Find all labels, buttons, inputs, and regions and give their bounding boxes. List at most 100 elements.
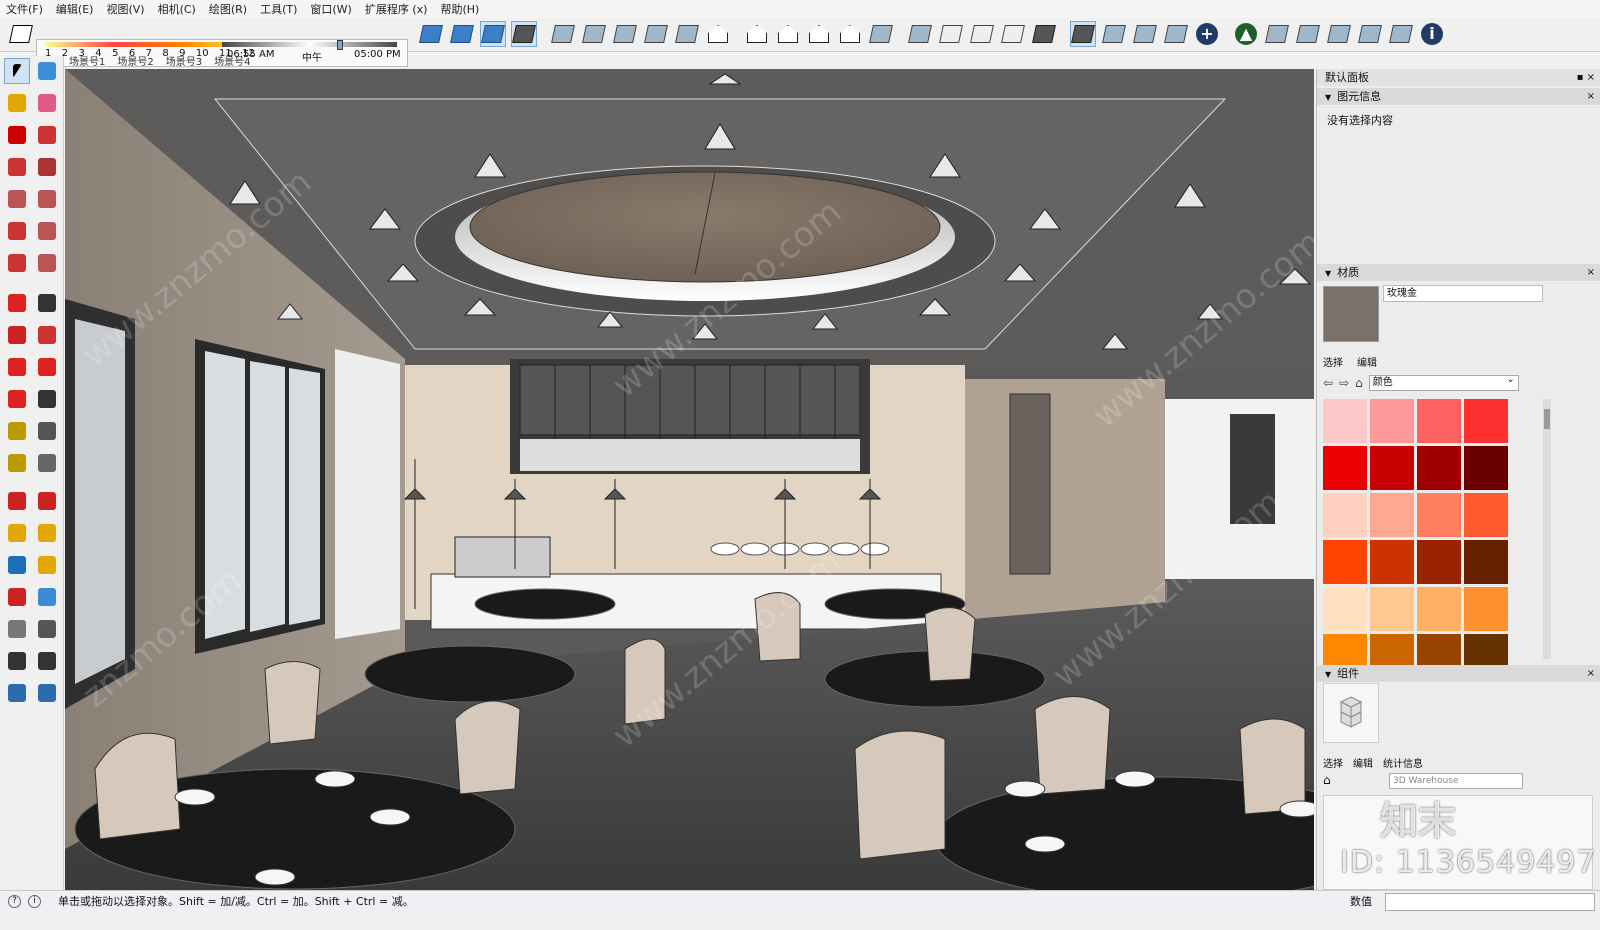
color-swatch[interactable] [1464, 540, 1508, 584]
protractor-icon[interactable] [4, 418, 30, 444]
tree-icon[interactable]: ▲ [1233, 21, 1259, 47]
tab-edit[interactable]: 编辑 [1353, 755, 1373, 770]
arc3-icon[interactable] [4, 250, 30, 276]
color-swatch[interactable] [1417, 540, 1461, 584]
orbit-icon[interactable] [4, 488, 30, 514]
close-icon[interactable]: × [1587, 88, 1595, 105]
layers-icon[interactable] [1031, 21, 1057, 47]
house-home-icon[interactable] [775, 21, 801, 47]
color-swatch[interactable] [1417, 493, 1461, 537]
circle-icon[interactable] [4, 186, 30, 212]
close-icon[interactable]: × [1587, 264, 1595, 281]
pencil-icon[interactable] [4, 122, 30, 148]
sandbox-icon[interactable] [34, 648, 60, 674]
color-swatch[interactable] [1464, 446, 1508, 490]
iso-view-icon[interactable] [449, 21, 475, 47]
materials-header[interactable]: ▼ 材质 × [1317, 264, 1600, 281]
tray-pin-icon[interactable]: ▪ × [1577, 69, 1595, 86]
tab-edit[interactable]: 编辑 [1357, 354, 1377, 369]
zoom-icon[interactable] [4, 520, 30, 546]
pie-icon[interactable] [34, 218, 60, 244]
color-swatch[interactable] [1323, 446, 1367, 490]
layers-icon[interactable] [1070, 21, 1096, 47]
component-icon[interactable] [34, 58, 60, 84]
color-swatch[interactable] [1370, 446, 1414, 490]
time-slider[interactable] [222, 42, 397, 47]
warehouse-search-input[interactable]: 3D Warehouse [1389, 773, 1523, 789]
close-icon[interactable]: × [1587, 665, 1595, 682]
cloud-upload-icon[interactable] [1326, 21, 1352, 47]
wireframe-icon[interactable] [550, 21, 576, 47]
material-name-field[interactable]: 玫瑰金 [1383, 285, 1543, 302]
color-swatch[interactable] [1370, 493, 1414, 537]
tab-select[interactable]: 选择 [1323, 354, 1343, 369]
look-around-icon[interactable] [34, 584, 60, 610]
scale-icon[interactable] [4, 354, 30, 380]
shaded-icon[interactable] [612, 21, 638, 47]
house-back-icon[interactable] [837, 21, 863, 47]
scene-tab[interactable]: 场景号1 [66, 53, 108, 68]
rotate-icon[interactable] [4, 322, 30, 348]
menu-item[interactable]: 相机(C) [158, 1, 196, 17]
menu-item[interactable]: 扩展程序 (x) [365, 1, 428, 17]
scene-tab[interactable]: 场景号4 [211, 53, 253, 68]
plus-icon[interactable]: + [1194, 21, 1220, 47]
color-swatch[interactable] [1370, 587, 1414, 631]
tab-stats[interactable]: 统计信息 [1383, 755, 1423, 770]
arc-icon[interactable] [4, 218, 30, 244]
sunset-icon[interactable] [1264, 21, 1290, 47]
scene-tab[interactable]: 场景号3 [163, 53, 205, 68]
house-left-icon[interactable] [744, 21, 770, 47]
color-swatch[interactable] [1417, 446, 1461, 490]
dimension-icon[interactable] [34, 386, 60, 412]
status-info-icon[interactable]: i [28, 895, 41, 908]
menu-item[interactable]: 窗口(W) [310, 1, 351, 17]
face-icon[interactable] [938, 21, 964, 47]
color-swatch[interactable] [1464, 587, 1508, 631]
previous-view-icon[interactable] [34, 552, 60, 578]
material-library-select[interactable]: 颜色 [1368, 373, 1519, 391]
color-swatch[interactable] [1370, 399, 1414, 443]
menu-item[interactable]: 文件(F) [6, 1, 43, 17]
section-display-icon[interactable] [907, 21, 933, 47]
material-preview[interactable] [1323, 286, 1379, 342]
section-plane-icon[interactable] [34, 616, 60, 642]
menu-item[interactable]: 工具(T) [260, 1, 297, 17]
menu-item[interactable]: 编辑(E) [56, 1, 94, 17]
menu-item[interactable]: 视图(V) [106, 1, 144, 17]
3d-text-icon[interactable] [34, 450, 60, 476]
palette-scrollbar[interactable] [1543, 399, 1551, 659]
extension-e-icon[interactable] [1101, 21, 1127, 47]
push-pull-icon[interactable] [34, 290, 60, 316]
walk-icon[interactable] [4, 616, 30, 642]
zoom-window-icon[interactable] [34, 520, 60, 546]
measurements-input[interactable] [1385, 893, 1595, 911]
section-plane-icon[interactable] [868, 21, 894, 47]
move-icon[interactable] [4, 290, 30, 316]
select-icon[interactable] [4, 58, 30, 84]
layer-icon[interactable] [34, 680, 60, 706]
monochrome-icon[interactable] [674, 21, 700, 47]
axes-icon[interactable] [4, 450, 30, 476]
color-swatch[interactable] [1464, 493, 1508, 537]
components-header[interactable]: ▼ 组件 × [1317, 665, 1600, 682]
arc2-icon[interactable] [34, 250, 60, 276]
paint-bucket-icon[interactable] [4, 90, 30, 116]
color-swatch[interactable] [1417, 587, 1461, 631]
house-right-icon[interactable] [806, 21, 832, 47]
position-camera-icon[interactable] [4, 584, 30, 610]
menu-item[interactable]: 绘图(R) [209, 1, 247, 17]
tab-select[interactable]: 选择 [1323, 755, 1343, 770]
checker-icon[interactable] [1295, 21, 1321, 47]
face-icon[interactable] [969, 21, 995, 47]
back-icon[interactable]: ⇦ [1323, 376, 1333, 390]
text-icon[interactable] [34, 418, 60, 444]
rectangle-icon[interactable] [4, 154, 30, 180]
mail-icon[interactable] [1388, 21, 1414, 47]
tape-measure-icon[interactable] [4, 386, 30, 412]
swap-icon[interactable] [1163, 21, 1189, 47]
info-icon[interactable]: i [1419, 21, 1445, 47]
home-icon[interactable]: ⌂ [1355, 376, 1363, 390]
forward-icon[interactable]: ⇨ [1339, 376, 1349, 390]
house-front-icon[interactable] [705, 21, 731, 47]
